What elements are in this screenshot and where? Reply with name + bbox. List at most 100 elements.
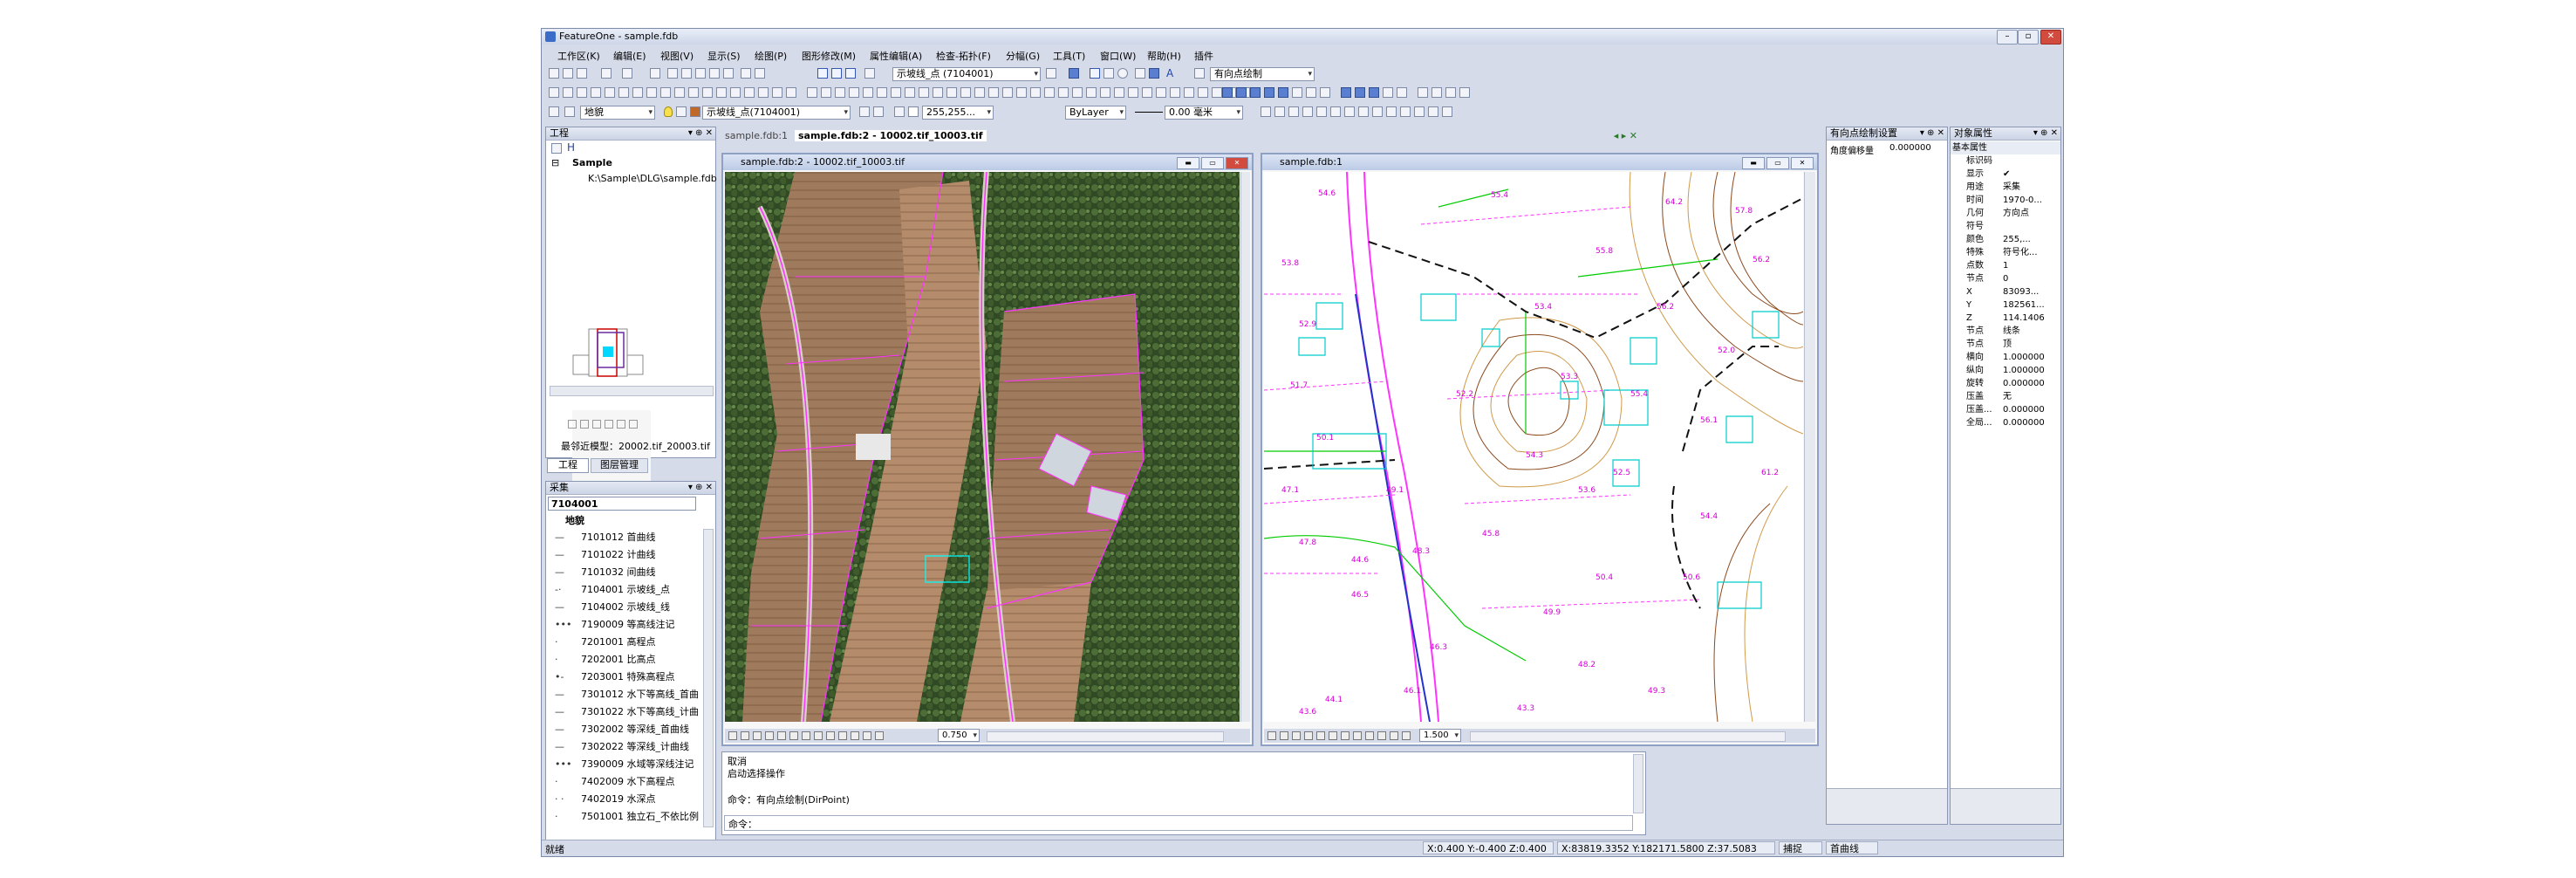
open-icon[interactable] — [563, 68, 573, 79]
list-item[interactable]: — 7101032 间曲线 — [555, 564, 656, 581]
bulb-icon[interactable] — [664, 106, 673, 117]
prop-row[interactable]: 旋转 0.000000 — [1951, 377, 2060, 390]
vector-tool10-icon[interactable] — [1377, 731, 1386, 740]
menu-edit[interactable]: 编辑(E) — [613, 49, 646, 63]
image-pan-icon[interactable] — [753, 731, 762, 740]
edit-tool-37-icon[interactable] — [1058, 87, 1069, 98]
list-item[interactable]: ••• 7190009 等高线注记 — [555, 616, 675, 634]
close-button[interactable]: ✕ — [2040, 30, 2061, 45]
edit-tool-24-icon[interactable] — [877, 87, 887, 98]
prop-row[interactable]: Z 114.1406 — [1951, 312, 2060, 325]
vector-max-button[interactable]: ▭ — [1766, 157, 1789, 169]
snap-mode-17-icon[interactable] — [1459, 87, 1470, 98]
edit-tool-44-icon[interactable] — [1156, 87, 1166, 98]
tool-d-icon[interactable] — [1302, 106, 1313, 117]
edit-tool-39-icon[interactable] — [1086, 87, 1097, 98]
edit-tool-21-icon[interactable] — [835, 87, 845, 98]
prop-row[interactable]: 压盖... 0.000000 — [1951, 403, 2060, 416]
snap-mode-4-icon[interactable] — [1264, 87, 1274, 98]
prop-row[interactable]: 标识码 — [1951, 154, 2060, 168]
pick-layer-icon[interactable] — [864, 68, 875, 79]
edit-tool-38-icon[interactable] — [1072, 87, 1083, 98]
edit-tool-2-icon[interactable] — [563, 87, 573, 98]
save-icon[interactable] — [577, 68, 587, 79]
edit-tool-15-icon[interactable] — [744, 87, 755, 98]
vector-pan-icon[interactable] — [1292, 731, 1301, 740]
cross-select-icon[interactable] — [845, 68, 856, 79]
prop-row[interactable]: 特殊 符号化... — [1951, 246, 2060, 259]
list-item[interactable]: — 7101022 计曲线 — [555, 546, 656, 564]
tool-m-icon[interactable] — [1428, 106, 1438, 117]
edit-tool-1-icon[interactable] — [549, 87, 559, 98]
edit-tool-48-icon[interactable] — [1212, 87, 1222, 98]
menu-draw[interactable]: 绘图(P) — [755, 49, 787, 63]
collect-vscroll[interactable] — [703, 529, 714, 827]
list-item[interactable]: — 7104002 示坡线_线 — [555, 599, 670, 616]
linetype-select[interactable]: ByLayer — [1065, 106, 1126, 120]
overview-minibar-3[interactable] — [592, 420, 601, 429]
list-item[interactable]: · 7201001 高程点 — [555, 634, 656, 651]
menu-sheet[interactable]: 分幅(G) — [1006, 49, 1040, 63]
menu-workspace[interactable]: 工作区(K) — [557, 49, 600, 63]
curve-icon[interactable] — [681, 68, 692, 79]
prop-row[interactable]: 时间 1970-0... — [1951, 194, 2060, 207]
tree-refresh-icon[interactable] — [551, 143, 562, 154]
edit-tool-14-icon[interactable] — [730, 87, 741, 98]
snap-mode-16-icon[interactable] — [1445, 87, 1456, 98]
edit-tool-10-icon[interactable] — [674, 87, 685, 98]
draw-mode-select[interactable]: 有向点绘制 — [1210, 67, 1315, 81]
layer-tool-2-icon[interactable] — [873, 106, 884, 117]
image-tool8-icon[interactable] — [814, 731, 823, 740]
edit-tool-29-icon[interactable] — [946, 87, 957, 98]
overview-minibar-2[interactable] — [580, 420, 589, 429]
props-pin-icon[interactable]: ▾ ⊕ ✕ — [2033, 127, 2058, 140]
color-swatch-icon[interactable] — [908, 106, 919, 117]
prop-row[interactable]: 用途 采集 — [1951, 181, 2060, 194]
status-snap[interactable]: 捕捉 — [1779, 841, 1822, 854]
snap-mode-11-icon[interactable] — [1369, 87, 1379, 98]
layer-tool-3-icon[interactable] — [894, 106, 905, 117]
edit-tool-12-icon[interactable] — [702, 87, 713, 98]
image-tool10-icon[interactable] — [838, 731, 847, 740]
tool-h-icon[interactable] — [1358, 106, 1369, 117]
edit-tool-13-icon[interactable] — [716, 87, 727, 98]
image-zoom-in-icon[interactable] — [728, 731, 737, 740]
prop-row[interactable]: 显示 ✔ — [1951, 168, 2060, 181]
edit-tool-3-icon[interactable] — [577, 87, 587, 98]
image-min-button[interactable]: ▬ — [1177, 157, 1199, 169]
minimize-button[interactable]: – — [1997, 30, 2018, 45]
undo-icon[interactable] — [601, 68, 612, 79]
image-tool7-icon[interactable] — [802, 731, 810, 740]
direction-pin-icon[interactable]: ▾ ⊕ ✕ — [1920, 127, 1944, 140]
prop-row[interactable]: Y 182561... — [1951, 298, 2060, 312]
polyline-icon[interactable] — [709, 68, 720, 79]
edit-tool-4-icon[interactable] — [591, 87, 601, 98]
edit-tool-27-icon[interactable] — [919, 87, 929, 98]
list-item[interactable]: — 7302022 等深线_计曲线 — [555, 738, 689, 756]
doc-tab-2[interactable]: sample.fdb:2 - 10002.tif_10003.tif — [795, 130, 987, 141]
list-item[interactable]: — 7302002 等深线_首曲线 — [555, 721, 689, 738]
prop-row[interactable]: 符号 — [1951, 220, 2060, 233]
prop-row[interactable]: 几何 方向点 — [1951, 207, 2060, 220]
linewidth-select[interactable]: 0.00 毫米 — [1165, 106, 1243, 120]
list-item[interactable]: · 7402009 水下高程点 — [555, 773, 675, 791]
vector-tool11-icon[interactable] — [1390, 731, 1398, 740]
orthophoto-canvas[interactable] — [725, 172, 1240, 722]
edit-tool-41-icon[interactable] — [1114, 87, 1124, 98]
vector-close-button[interactable]: ✕ — [1791, 157, 1814, 169]
menu-topology[interactable]: 检查-拓扑(F) — [936, 49, 991, 63]
vector-zoom-in-icon[interactable] — [1268, 731, 1276, 740]
edit-tool-17-icon[interactable] — [772, 87, 782, 98]
image-zoom-out-icon[interactable] — [741, 731, 749, 740]
list-item[interactable]: — 7301022 水下等高线_计曲 — [555, 703, 699, 721]
image-tool12-icon[interactable] — [863, 731, 871, 740]
tool-f-icon[interactable] — [1330, 106, 1341, 117]
layer-props-icon[interactable] — [549, 106, 559, 117]
snap-mode-1-icon[interactable] — [1222, 87, 1233, 98]
overview-minibar-5[interactable] — [617, 420, 625, 429]
snap-mode-7-icon[interactable] — [1306, 87, 1316, 98]
layer-tool-1-icon[interactable] — [859, 106, 870, 117]
edit-tool-42-icon[interactable] — [1128, 87, 1138, 98]
prop-row[interactable]: 压盖 无 — [1951, 390, 2060, 403]
image-tool9-icon[interactable] — [826, 731, 835, 740]
